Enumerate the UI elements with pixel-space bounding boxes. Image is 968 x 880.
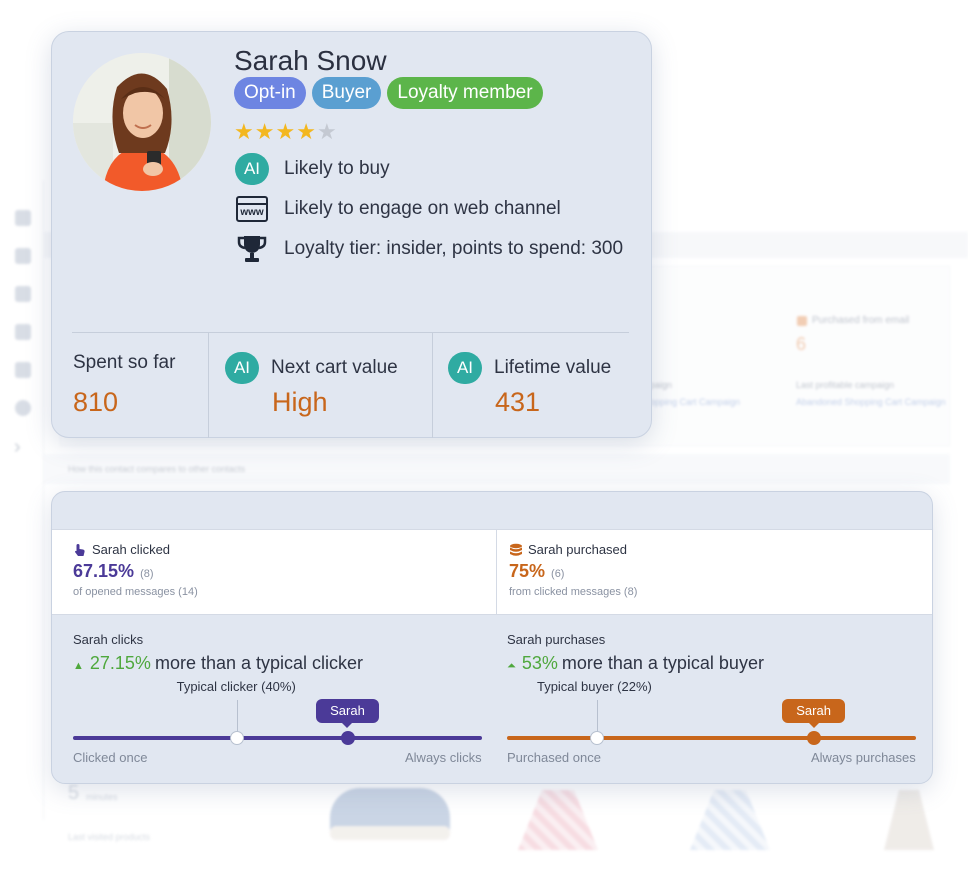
insight-web-channel: www Likely to engage on web channel (234, 193, 561, 225)
avatar (73, 53, 211, 191)
metric-label: AI Next cart value (225, 352, 398, 384)
ai-icon: AI (225, 352, 259, 384)
click-rate-track (73, 736, 482, 740)
typical-buyer-marker (589, 731, 604, 745)
last-visited-label: Last visited products (68, 832, 151, 842)
insight-text: Likely to buy (284, 158, 390, 179)
stat-value-row: 67.15% (8) (73, 561, 154, 582)
comparison-title: Sarah clicks (73, 632, 144, 647)
comparison-percent: 27.15% (89, 653, 151, 673)
typical-clicker-marker (229, 731, 244, 745)
stat-percent: 75% (509, 561, 546, 581)
scale-start-label: Clicked once (73, 750, 148, 765)
insight-loyalty: Loyalty tier: insider, points to spend: … (234, 233, 623, 265)
comparison-summary: ⏶ 53% more than a typical buyer (507, 653, 764, 674)
product-shoe-sole (330, 826, 450, 840)
sidebar: › (0, 180, 44, 820)
contact-click-marker (340, 731, 355, 745)
purchased-from-email-value: 6 (796, 334, 807, 354)
stat-count: (8) (140, 568, 154, 580)
insight-likely-to-buy: AI Likely to buy (234, 153, 390, 185)
mid-campaign-link[interactable]: opping Cart Campaign (650, 397, 740, 407)
globe-icon[interactable] (15, 400, 31, 416)
tag-loyalty-member[interactable]: Loyalty member (387, 77, 543, 109)
metric-label: Spent so far (73, 352, 176, 373)
image-icon[interactable] (15, 286, 31, 302)
comparison-summary: ▲ 27.15% more than a typical clicker (73, 653, 363, 674)
purchased-from-email-label: Purchased from email (812, 315, 910, 326)
product-dress-image[interactable] (518, 790, 598, 850)
stat-count: (6) (551, 568, 565, 580)
stat-clicked: Sarah clicked 67.15% (8) of opened messa… (52, 530, 496, 614)
engagement-stats: Sarah clicked 67.15% (8) of opened messa… (52, 529, 932, 615)
product-dress-image[interactable] (690, 790, 770, 850)
metric-label: AI Lifetime value (448, 352, 611, 384)
typical-buyer-label: Typical buyer (22%) (536, 679, 652, 694)
compare-caption: How this contact compares to other conta… (68, 464, 246, 474)
stat-subtext: of opened messages (14) (73, 586, 198, 598)
arrow-up-icon: ▲ (73, 660, 84, 672)
file-icon[interactable] (15, 362, 31, 378)
trophy-icon (234, 233, 270, 265)
last-campaign-label: Last profitable campaign (796, 380, 895, 390)
coins-icon (510, 543, 522, 556)
metric-spent-so-far: Spent so far 810 (52, 332, 208, 438)
chevron-right-icon[interactable]: › (14, 436, 21, 459)
star-filled-icon: ★ (275, 119, 296, 144)
stat-percent: 67.15% (73, 561, 135, 581)
contacts-icon[interactable] (15, 210, 31, 226)
stat-heading: Sarah clicked (73, 542, 170, 557)
comparison-title: Sarah purchases (507, 632, 606, 647)
typical-clicker-label: Typical clicker (40%) (176, 679, 296, 694)
scale-end-label: Always purchases (811, 750, 916, 765)
contact-name-bubble: Sarah (782, 699, 845, 728)
metric-value: 810 (73, 387, 119, 417)
stat-value-row: 75% (6) (509, 561, 564, 582)
contact-purchase-marker (806, 731, 821, 745)
contact-profile-card: Sarah Snow Opt-in Buyer Loyalty member ★… (51, 31, 652, 438)
metric-value: 431 (495, 387, 541, 417)
insight-text: Likely to engage on web channel (284, 198, 561, 219)
building-icon[interactable] (15, 324, 31, 340)
tag-list: Opt-in Buyer Loyalty member (234, 77, 543, 109)
metric-value: High (272, 387, 328, 417)
pointer-hand-icon (75, 543, 85, 556)
contact-name-bubble: Sarah (316, 699, 379, 728)
metric-next-cart-value: AI Next cart value High (208, 332, 432, 438)
star-empty-icon: ★ (316, 119, 337, 144)
ai-icon: AI (234, 153, 270, 185)
star-filled-icon: ★ (234, 119, 254, 144)
web-browser-icon: www (234, 193, 270, 225)
purchase-rate-track (507, 736, 916, 740)
tag-opt-in[interactable]: Opt-in (234, 77, 306, 109)
star-filled-icon: ★ (254, 119, 275, 144)
ai-icon: AI (448, 352, 482, 384)
metric-lifetime-value: AI Lifetime value 431 (432, 332, 652, 438)
mid-campaign-label: paign (650, 380, 673, 390)
scale-start-label: Purchased once (507, 750, 601, 765)
clicks-comparison: Sarah clicks ▲ 27.15% more than a typica… (52, 615, 492, 785)
star-filled-icon: ★ (296, 119, 316, 144)
stat-heading: Sarah purchased (509, 542, 627, 557)
comparison-text: more than a typical clicker (154, 653, 364, 673)
double-arrow-up-icon: ⏶ (507, 660, 516, 672)
stat-purchased: Sarah purchased 75% (6) from clicked mes… (496, 530, 932, 614)
comparison-percent: 53% (521, 653, 558, 673)
contact-comparison-card: Sarah clicked 67.15% (8) of opened messa… (51, 491, 933, 784)
stat-subtext: from clicked messages (8) (509, 586, 638, 598)
tag-buyer[interactable]: Buyer (311, 77, 382, 109)
product-bag-image[interactable] (884, 790, 934, 850)
rating-stars: ★ ★ ★ ★ ★ (234, 119, 337, 145)
contact-name: Sarah Snow (234, 45, 387, 76)
purchases-comparison: Sarah purchases ⏶ 53% more than a typica… (492, 615, 932, 785)
email-purchase-icon (797, 316, 807, 326)
minutes-label: minutes (86, 792, 118, 802)
scale-end-label: Always clicks (405, 750, 482, 765)
insight-text: Loyalty tier: insider, points to spend: … (284, 238, 624, 259)
documents-icon[interactable] (15, 248, 31, 264)
comparison-text: more than a typical buyer (561, 653, 764, 673)
minutes-value: 5 (68, 782, 80, 804)
last-campaign-link[interactable]: Abandoned Shopping Cart Campaign (796, 397, 946, 407)
avatar-photo (73, 53, 211, 191)
